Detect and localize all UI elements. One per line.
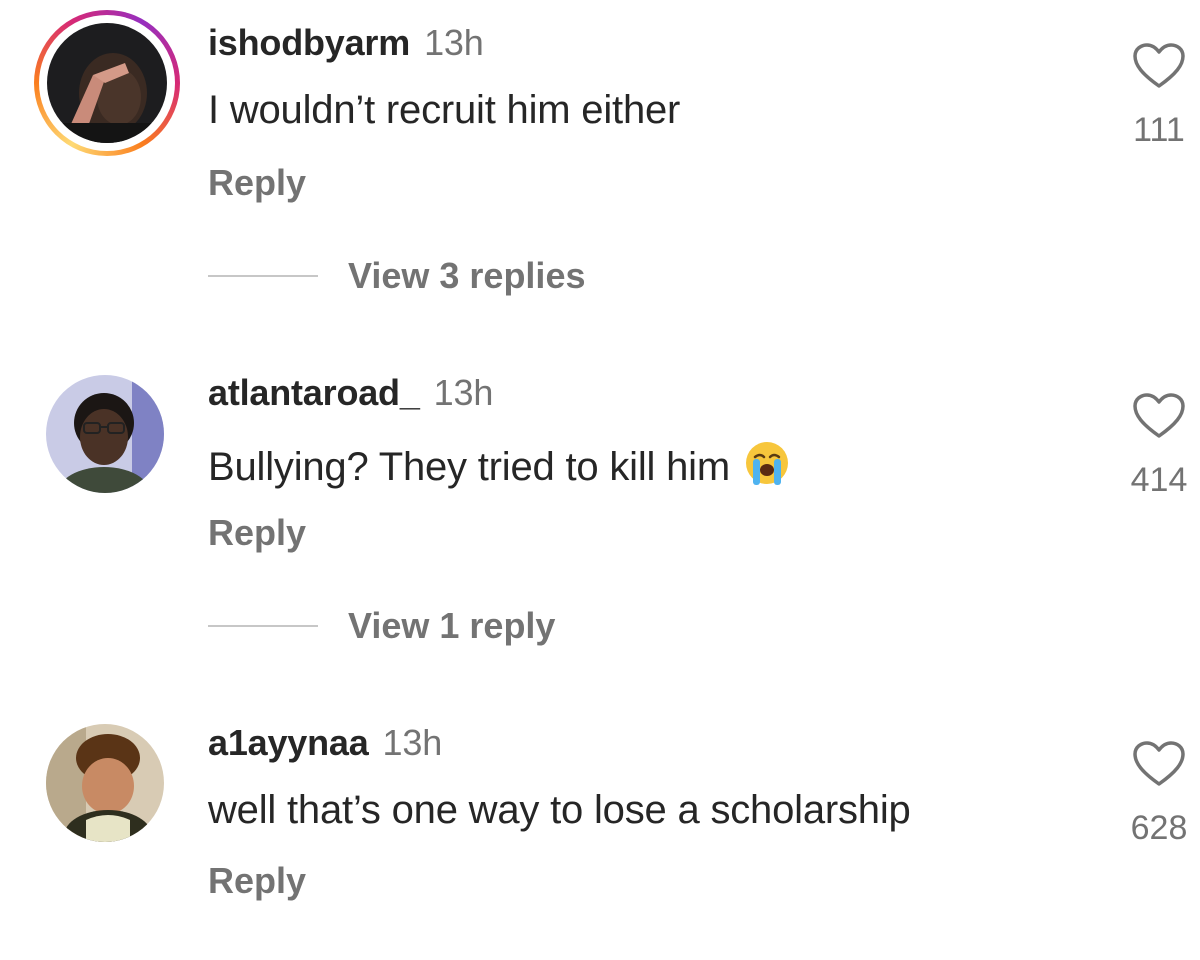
story-ring [34, 10, 180, 156]
username-text[interactable]: ishodbyarm [208, 22, 410, 63]
like-count: 628 [1130, 809, 1188, 847]
comment-text: well that’s one way to lose a scholarshi… [208, 788, 911, 832]
avatar[interactable] [46, 724, 164, 842]
avatar [47, 23, 167, 143]
like-column: 628 [1114, 740, 1200, 848]
username-text[interactable]: atlantaroad_ [208, 372, 420, 413]
view-replies-label[interactable]: View 1 reply [348, 605, 555, 647]
replies-divider-line [208, 275, 318, 277]
replies-divider-line [208, 625, 318, 627]
comment-username[interactable]: ishodbyarm 13h [208, 22, 484, 64]
avatar[interactable] [46, 375, 164, 493]
heart-outline-icon[interactable] [1114, 42, 1200, 95]
heart-outline-icon[interactable] [1114, 740, 1200, 793]
comment-text: I wouldn’t recruit him either [208, 88, 681, 132]
like-count: 414 [1130, 461, 1188, 499]
like-column: 111 [1114, 42, 1200, 150]
reply-button[interactable]: Reply [208, 860, 306, 902]
reply-button[interactable]: Reply [208, 162, 306, 204]
comment-text: Bullying? They tried to kill him [208, 440, 790, 496]
avatar-with-story-ring[interactable] [34, 10, 180, 156]
reply-button[interactable]: Reply [208, 512, 306, 554]
username-text[interactable]: a1ayynaa [208, 722, 369, 763]
comment-text-content: Bullying? They tried to kill him [208, 445, 730, 489]
view-replies-button[interactable]: View 1 reply [208, 605, 555, 647]
heart-outline-icon[interactable] [1114, 392, 1200, 445]
comment-username[interactable]: a1ayynaa 13h [208, 722, 442, 764]
loudly-crying-face-emoji-icon [744, 440, 790, 496]
view-replies-label[interactable]: View 3 replies [348, 255, 585, 297]
comment-timestamp: 13h [382, 722, 443, 763]
comment-username[interactable]: atlantaroad_ 13h [208, 372, 493, 414]
like-count: 111 [1133, 111, 1185, 149]
comment-timestamp: 13h [424, 22, 484, 63]
comment-timestamp: 13h [433, 372, 494, 413]
view-replies-button[interactable]: View 3 replies [208, 255, 585, 297]
like-column: 414 [1114, 392, 1200, 500]
